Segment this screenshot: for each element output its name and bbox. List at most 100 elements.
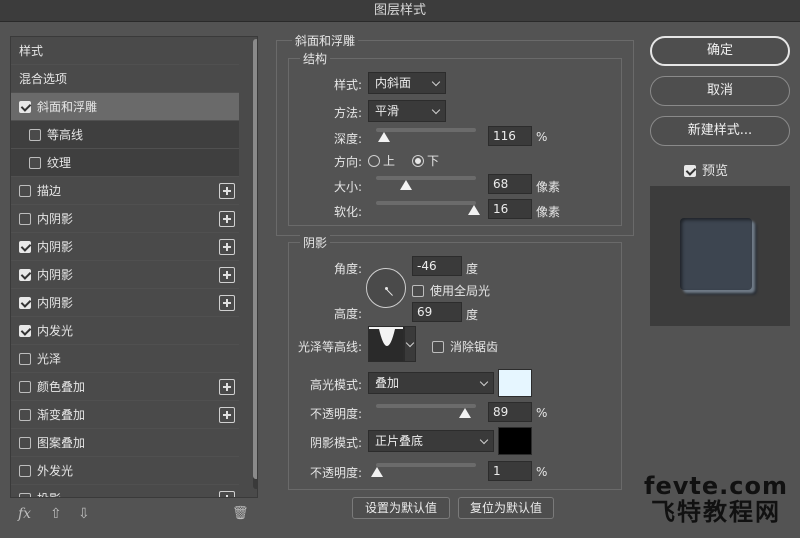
style-list-item[interactable]: 内阴影 — [11, 205, 239, 233]
angle-input[interactable]: -46 — [412, 256, 462, 276]
style-list-item[interactable]: 混合选项 — [11, 65, 239, 93]
fx-icon[interactable]: fx — [18, 506, 31, 522]
checkbox-icon[interactable] — [29, 128, 41, 141]
checkbox-icon[interactable] — [19, 184, 31, 197]
watermark: fevte.com 飞特教程网 — [636, 474, 796, 524]
new-style-button[interactable]: 新建样式... — [650, 116, 790, 146]
gloss-contour-preview[interactable] — [368, 326, 404, 362]
ok-button[interactable]: 确定 — [650, 36, 790, 66]
move-up-icon[interactable]: ⇧ — [50, 506, 62, 522]
highlight-opacity-thumb[interactable] — [459, 408, 471, 418]
size-slider-thumb[interactable] — [400, 180, 412, 190]
add-instance-icon[interactable] — [219, 295, 235, 311]
shadow-opacity-input[interactable]: 1 — [488, 461, 532, 481]
anti-alias-checkbox[interactable]: 消除锯齿 — [432, 338, 498, 355]
add-instance-icon[interactable] — [219, 379, 235, 395]
size-unit: 像素 — [536, 180, 561, 194]
checkbox-checked-icon[interactable] — [19, 324, 31, 337]
chevron-down-icon — [479, 435, 489, 445]
style-list-item[interactable]: 光泽 — [11, 345, 239, 373]
chevron-down-icon — [431, 77, 441, 87]
style-list-item[interactable]: 外发光 — [11, 457, 239, 485]
style-list-item[interactable]: 颜色叠加 — [11, 373, 239, 401]
scrollbar-thumb[interactable] — [253, 39, 257, 479]
checkbox-icon[interactable] — [19, 212, 31, 225]
style-list-item-label: 内阴影 — [37, 296, 74, 310]
altitude-input[interactable]: 69 — [412, 302, 462, 322]
highlight-mode-label: 高光模式: — [309, 378, 362, 392]
soften-slider-thumb[interactable] — [468, 205, 480, 215]
checkbox-icon[interactable] — [19, 380, 31, 393]
style-list-item[interactable]: 渐变叠加 — [11, 401, 239, 429]
style-label: 样式: — [333, 78, 362, 92]
trash-icon[interactable]: 🗑 — [232, 506, 249, 521]
shadow-color-swatch[interactable] — [498, 427, 532, 455]
checkbox-icon[interactable] — [19, 408, 31, 421]
add-instance-icon[interactable] — [219, 267, 235, 283]
watermark-line2: 飞特教程网 — [651, 498, 781, 526]
angle-unit: 度 — [466, 262, 479, 276]
style-list-item-label: 投影 — [37, 492, 61, 497]
global-light-checkbox[interactable]: 使用全局光 — [412, 282, 490, 299]
checkbox-checked-icon[interactable] — [19, 296, 31, 309]
direction-up-radio[interactable]: 上 — [368, 152, 395, 169]
move-down-icon[interactable]: ⇩ — [78, 506, 90, 522]
make-default-button[interactable]: 设置为默认值 — [352, 497, 450, 519]
style-list-item[interactable]: 图案叠加 — [11, 429, 239, 457]
style-list-item[interactable]: 内阴影 — [11, 233, 239, 261]
highlight-opacity-input[interactable]: 89 — [488, 402, 532, 422]
technique-dropdown[interactable]: 平滑 — [368, 100, 446, 122]
highlight-color-swatch[interactable] — [498, 369, 532, 397]
shadow-opacity-thumb[interactable] — [371, 467, 383, 477]
watermark-line1: fevte.com — [644, 472, 788, 500]
reset-default-button[interactable]: 复位为默认值 — [458, 497, 554, 519]
add-instance-icon[interactable] — [219, 239, 235, 255]
style-list-item[interactable]: 等高线 — [11, 121, 239, 149]
checkbox-icon[interactable] — [29, 156, 41, 169]
cancel-button[interactable]: 取消 — [650, 76, 790, 106]
checkbox-icon[interactable] — [19, 492, 31, 497]
style-list-item[interactable]: 样式 — [11, 37, 239, 65]
angle-label: 角度: — [333, 262, 362, 276]
highlight-opacity-label: 不透明度: — [309, 407, 362, 421]
direction-up-label: 上 — [383, 154, 396, 168]
style-list-item[interactable]: 投影 — [11, 485, 239, 497]
add-instance-icon[interactable] — [219, 211, 235, 227]
style-list-item-label: 内发光 — [37, 324, 74, 338]
depth-slider-thumb[interactable] — [378, 132, 390, 142]
size-slider-track[interactable] — [376, 176, 476, 180]
direction-down-radio[interactable]: 下 — [412, 152, 439, 169]
soften-slider-track[interactable] — [376, 201, 476, 205]
style-list-scrollbar[interactable] — [253, 39, 257, 489]
shadow-opacity-track[interactable] — [376, 463, 476, 467]
depth-slider-track[interactable] — [376, 128, 476, 132]
contour-dropdown-button[interactable] — [404, 326, 416, 362]
style-list-item-label: 样式 — [19, 44, 44, 58]
style-list-item[interactable]: 斜面和浮雕 — [11, 93, 239, 121]
checkbox-checked-icon[interactable] — [19, 100, 31, 113]
style-list-item-label: 外发光 — [37, 464, 74, 478]
style-list-item-label: 等高线 — [47, 128, 84, 142]
preview-checkbox[interactable]: 预览 — [684, 160, 728, 179]
angle-dial[interactable] — [366, 268, 406, 308]
style-dropdown[interactable]: 内斜面 — [368, 72, 446, 94]
checkbox-checked-icon[interactable] — [19, 240, 31, 253]
soften-input[interactable]: 16 — [488, 199, 532, 219]
direction-label: 方向: — [333, 155, 362, 169]
checkbox-icon[interactable] — [19, 352, 31, 365]
size-input[interactable]: 68 — [488, 174, 532, 194]
add-instance-icon[interactable] — [219, 407, 235, 423]
depth-input[interactable]: 116 — [488, 126, 532, 146]
highlight-mode-dropdown[interactable]: 叠加 — [368, 372, 494, 394]
add-instance-icon[interactable] — [219, 183, 235, 199]
style-list-item[interactable]: 内阴影 — [11, 289, 239, 317]
checkbox-checked-icon[interactable] — [19, 268, 31, 281]
add-instance-icon[interactable] — [219, 491, 235, 497]
style-list-item[interactable]: 内阴影 — [11, 261, 239, 289]
shadow-mode-dropdown[interactable]: 正片叠底 — [368, 430, 494, 452]
style-list-item[interactable]: 内发光 — [11, 317, 239, 345]
checkbox-icon[interactable] — [19, 464, 31, 477]
style-list-item[interactable]: 描边 — [11, 177, 239, 205]
checkbox-icon[interactable] — [19, 436, 31, 449]
style-list-item[interactable]: 纹理 — [11, 149, 239, 177]
